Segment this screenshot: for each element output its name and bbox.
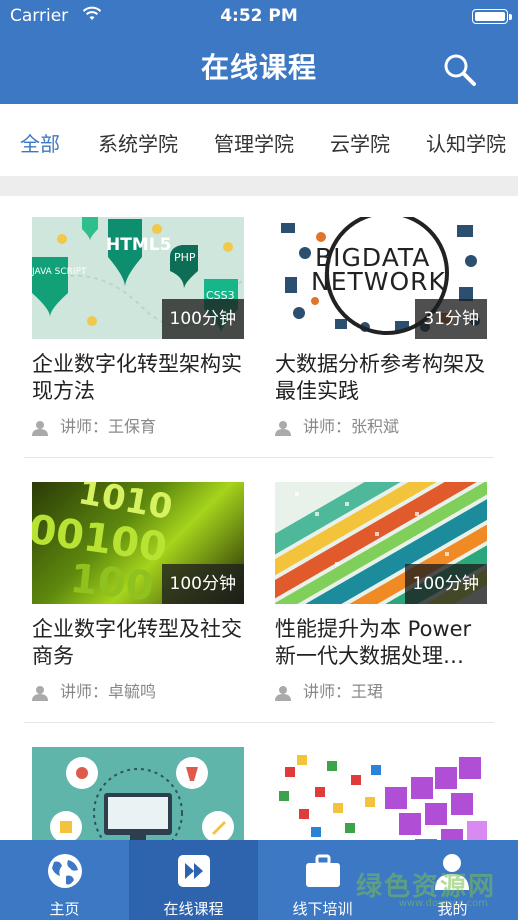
course-thumbnail: 1010 00100 100 100分钟 (32, 482, 244, 604)
course-title: 大数据分析参考构架及最佳实践 (275, 352, 485, 403)
teacher-line: 讲师：卓毓鸣 (32, 678, 156, 702)
thumb-text-network: NETWORK (311, 267, 446, 296)
course-card[interactable] (275, 747, 487, 869)
course-thumbnail: HTML5 PHP JAVA SCRIPT CSS3 100分钟 (32, 217, 244, 339)
nav-header: Carrier 4:52 PM 在线课程 (0, 0, 518, 104)
category-tabs: 全部 系统学院 管理学院 云学院 认知学院 (0, 104, 518, 176)
teacher-name: 讲师：卓毓鸣 (60, 682, 157, 701)
tabbar-label: 主页 (49, 900, 80, 918)
teacher-name: 讲师：王珺 (303, 682, 384, 701)
teacher-line: 讲师：王珺 (275, 678, 383, 702)
teacher-line: 讲师：张积斌 (275, 413, 399, 437)
course-title: 性能提升为本 Power新一代大数据处理… (275, 617, 472, 668)
battery-icon (472, 9, 512, 24)
section-separator (0, 176, 518, 196)
course-thumbnail: 100分钟 (275, 482, 487, 604)
tabbar-item-online-courses[interactable]: 在线课程 (129, 840, 258, 920)
duration-badge: 100分钟 (161, 564, 244, 604)
tabbar-item-home[interactable]: 主页 (0, 840, 129, 920)
watermark-url: www.downcc.com (398, 898, 488, 909)
teacher-name: 讲师：张积斌 (303, 417, 400, 436)
person-icon (32, 420, 48, 436)
tab-all[interactable]: 全部 (20, 128, 60, 157)
thumb-binary-3: 100 (67, 555, 156, 604)
row-divider (24, 457, 494, 458)
play-forward-icon (178, 855, 210, 887)
course-card[interactable] (32, 747, 244, 869)
thumb-text-javascript: JAVA SCRIPT (32, 267, 87, 277)
course-card[interactable]: 1010 00100 100 100分钟 企业数字化转型及社交商务 讲师：卓毓鸣 (32, 482, 244, 712)
teacher-name: 讲师：王保育 (60, 417, 157, 436)
course-title: 企业数字化转型架构实现方法 (32, 352, 242, 403)
course-thumbnail: BIGDATA NETWORK 31分钟 (275, 217, 487, 339)
status-bar: Carrier 4:52 PM (0, 0, 518, 34)
course-card[interactable]: 100分钟 性能提升为本 Power新一代大数据处理… 讲师：王珺 (275, 482, 487, 712)
tab-management-academy[interactable]: 管理学院 (214, 128, 294, 157)
person-icon (32, 685, 48, 701)
status-time: 4:52 PM (220, 6, 298, 26)
tab-system-academy[interactable]: 系统学院 (98, 128, 178, 157)
tab-cognitive-academy[interactable]: 认知学院 (426, 128, 506, 157)
teacher-line: 讲师：王保育 (32, 413, 156, 437)
briefcase-icon (306, 854, 340, 887)
course-card[interactable]: BIGDATA NETWORK 31分钟 大数据分析参考构架及最佳实践 讲师：张… (275, 217, 487, 447)
duration-badge: 31分钟 (415, 299, 487, 339)
thumb-text-php: PHP (174, 251, 196, 264)
course-title: 企业数字化转型及社交商务 (32, 617, 242, 668)
page-title: 在线课程 (200, 51, 317, 84)
duration-badge: 100分钟 (161, 299, 244, 339)
row-divider (24, 722, 494, 723)
course-card[interactable]: HTML5 PHP JAVA SCRIPT CSS3 100分钟 企业数字化转型… (32, 217, 244, 447)
duration-badge: 100分钟 (404, 564, 487, 604)
tabbar-label: 在线课程 (163, 900, 224, 918)
tab-cloud-academy[interactable]: 云学院 (330, 128, 390, 157)
person-icon (275, 420, 291, 436)
thumb-text-html5: HTML5 (106, 235, 172, 255)
search-icon[interactable] (442, 52, 478, 88)
person-icon (275, 685, 291, 701)
globe-icon (48, 854, 82, 888)
